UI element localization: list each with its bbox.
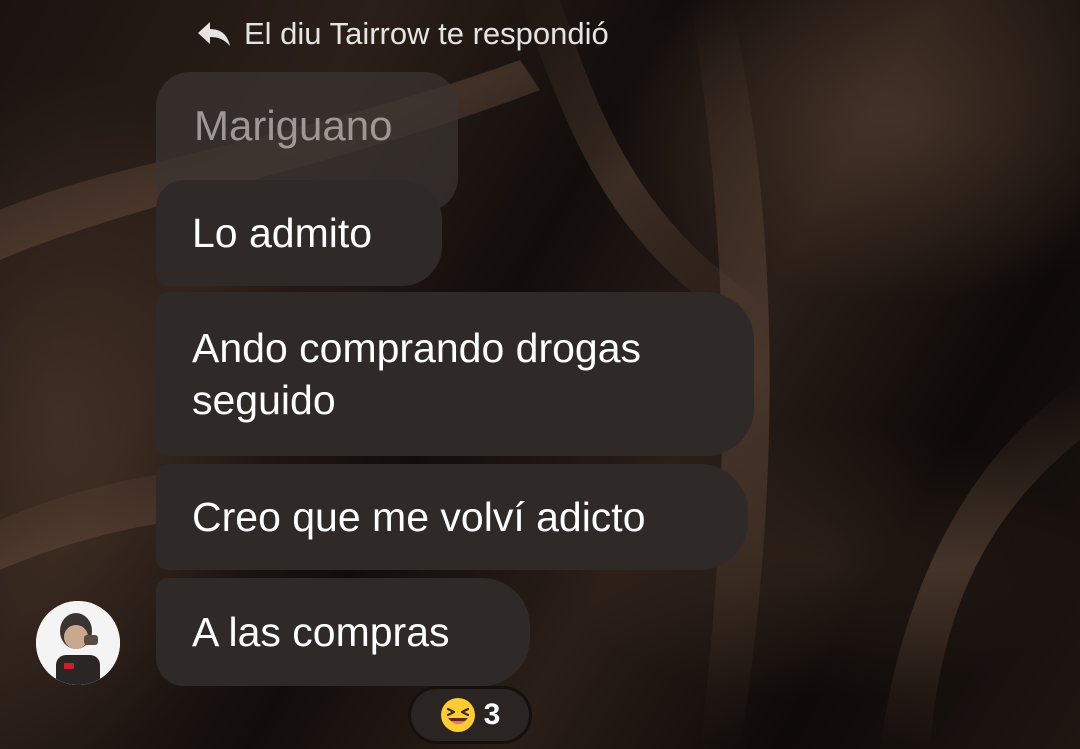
laughing-face-icon: [440, 698, 475, 732]
message-text: A las compras: [192, 609, 450, 655]
message-text: Ando comprando drogas seguido: [192, 325, 642, 423]
message-bubble[interactable]: Creo que me volví adicto: [156, 464, 748, 570]
message-bubble[interactable]: Ando comprando drogas seguido: [156, 292, 754, 456]
reply-header-text: El diu Tairrow te respondió: [244, 16, 609, 51]
reaction-count: 3: [483, 698, 501, 731]
message-bubble[interactable]: A las compras: [156, 578, 530, 686]
message-bubble[interactable]: Lo admito: [156, 180, 442, 286]
avatar[interactable]: [36, 601, 120, 685]
reaction-badge[interactable]: 3: [408, 686, 532, 744]
reply-header: El diu Tairrow te respondió: [196, 14, 609, 54]
message-text: Creo que me volví adicto: [192, 494, 646, 540]
quoted-message-text: Mariguano: [194, 102, 393, 149]
avatar-image: [36, 601, 120, 685]
message-text: Lo admito: [192, 210, 373, 256]
reply-arrow-icon: [198, 22, 230, 46]
